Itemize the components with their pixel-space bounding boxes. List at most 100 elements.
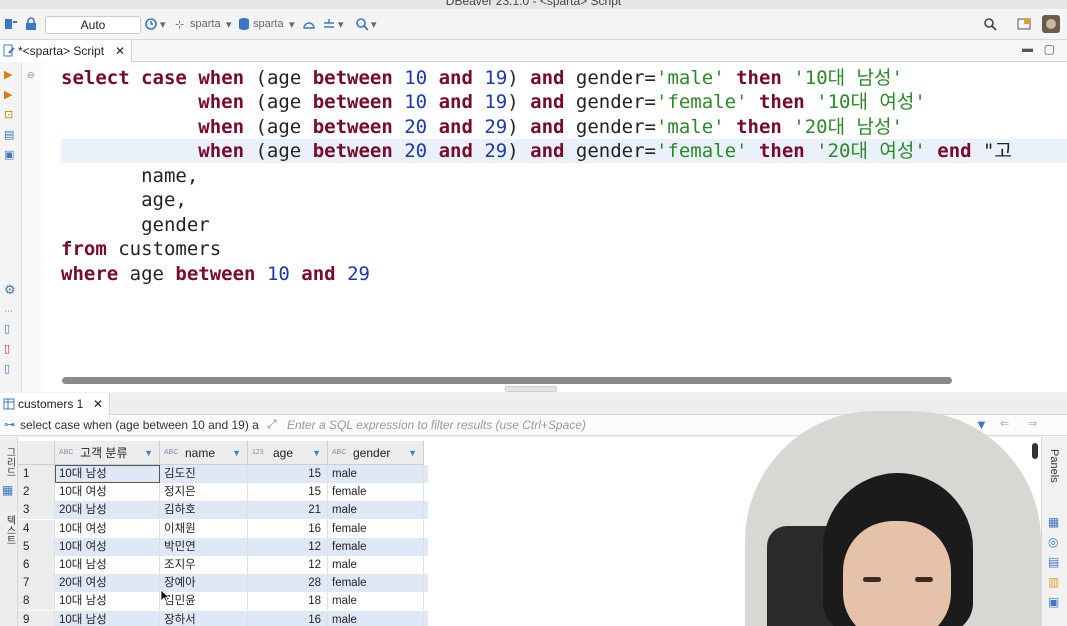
cell-gender[interactable]: male	[328, 556, 424, 574]
grid-icon[interactable]: ▦	[2, 483, 13, 497]
chevron-down-icon[interactable]: ▾	[371, 18, 377, 31]
cell-customer-category[interactable]: 10대 남성	[55, 556, 160, 574]
cell-age[interactable]: 16	[248, 610, 328, 626]
cell-gender[interactable]: female	[328, 574, 424, 593]
terminal-icon[interactable]: ▣	[4, 148, 17, 161]
cell-customer-category[interactable]: 10대 남성	[55, 610, 160, 626]
code-line[interactable]: gender	[61, 213, 210, 237]
sort-arrow-icon[interactable]: ▼	[144, 441, 153, 465]
column-header-age[interactable]: 123 age ▼	[248, 441, 328, 465]
code-line[interactable]: where age between 10 and 29	[61, 262, 370, 286]
fold-collapse-icon[interactable]: ⊖	[27, 70, 35, 81]
table-row[interactable]: 3 20대 남성 김하호 21 male	[18, 501, 428, 520]
column-header-gender[interactable]: ABC gender ▼	[328, 441, 424, 465]
table-row[interactable]: 7 20대 여성 장예아 28 female	[18, 574, 428, 593]
code-line[interactable]: age,	[61, 188, 187, 212]
cell-name[interactable]: 김민윤	[160, 592, 248, 611]
search-icon[interactable]	[355, 17, 369, 31]
cell-gender[interactable]: male	[328, 592, 424, 611]
cell-name[interactable]: 장하서	[160, 610, 248, 626]
cell-age[interactable]: 12	[248, 537, 328, 556]
cell-gender[interactable]: male	[328, 465, 424, 483]
editor-horizontal-scrollbar[interactable]	[62, 377, 952, 384]
load-script-icon[interactable]: ▯	[4, 322, 17, 335]
cell-gender[interactable]: male	[328, 501, 424, 520]
results-vertical-scrollbar[interactable]	[1032, 443, 1038, 459]
code-line[interactable]: when (age between 20 and 29) and gender=…	[61, 115, 903, 139]
perspective-icon[interactable]	[1017, 17, 1031, 31]
cell-name[interactable]: 조지우	[160, 556, 248, 574]
chart-icon[interactable]: ▥	[1048, 575, 1059, 589]
filter-input[interactable]: Enter a SQL expression to filter results…	[287, 418, 586, 432]
settings-gear-icon[interactable]: ⚙	[4, 282, 17, 297]
cell-customer-category[interactable]: 10대 남성	[55, 465, 160, 483]
tab-script[interactable]: *<sparta> Script ✕	[0, 40, 132, 62]
cell-age[interactable]: 12	[248, 556, 328, 574]
cell-customer-category[interactable]: 20대 여성	[55, 574, 160, 593]
code-line[interactable]: when (age between 10 and 19) and gender=…	[61, 90, 926, 114]
cell-gender[interactable]: female	[328, 519, 424, 538]
save-script-icon[interactable]: ▯	[4, 342, 17, 355]
table-row[interactable]: 2 10대 여성 정지은 15 female	[18, 483, 428, 502]
chevron-down-icon[interactable]: ▾	[338, 18, 344, 31]
editor-results-splitter[interactable]	[505, 386, 557, 392]
text-view-tab[interactable]: 텍스트	[2, 515, 17, 545]
chevron-down-icon[interactable]: ▾	[226, 18, 232, 31]
sql-editor-icon[interactable]	[4, 17, 18, 31]
query-preview[interactable]: select case when (age between 10 and 19)…	[20, 418, 259, 432]
cell-name[interactable]: 이채원	[160, 519, 248, 538]
sort-arrow-icon[interactable]: ▼	[408, 441, 417, 465]
cell-name[interactable]: 정지은	[160, 483, 248, 502]
cell-gender[interactable]: female	[328, 537, 424, 556]
column-header-customer-category[interactable]: ABC 고객 분류 ▼	[55, 441, 160, 465]
lock-icon[interactable]	[24, 17, 38, 31]
record-icon[interactable]: ◎	[1048, 535, 1058, 549]
table-row[interactable]: 8 10대 남성 김민윤 18 male	[18, 592, 428, 611]
cell-name[interactable]: 김하호	[160, 501, 248, 520]
cell-age[interactable]: 18	[248, 592, 328, 611]
table-row[interactable]: 4 10대 여성 이채원 16 female	[18, 519, 428, 538]
grid-layout-icon[interactable]: ▦	[1048, 515, 1059, 529]
cell-age[interactable]: 16	[248, 519, 328, 538]
close-icon[interactable]: ✕	[115, 40, 125, 62]
cell-name[interactable]: 장예아	[160, 574, 248, 593]
table-row[interactable]: 6 10대 남성 조지우 12 male	[18, 556, 428, 574]
execute-new-tab-icon[interactable]: ⊡	[4, 108, 17, 121]
cell-age[interactable]: 21	[248, 501, 328, 520]
export-icon[interactable]: ▣	[1048, 595, 1059, 609]
cell-age[interactable]: 15	[248, 483, 328, 502]
cell-age[interactable]: 28	[248, 574, 328, 593]
code-line[interactable]: from customers	[61, 237, 221, 261]
cell-customer-category[interactable]: 10대 남성	[55, 592, 160, 611]
column-header-name[interactable]: ABC name ▼	[160, 441, 248, 465]
network-icon[interactable]	[322, 17, 336, 31]
table-row[interactable]: 9 10대 남성 장하서 16 male	[18, 610, 428, 626]
maximize-icon[interactable]: ▢	[1044, 42, 1055, 56]
cell-name[interactable]: 박민연	[160, 537, 248, 556]
sort-arrow-icon[interactable]: ▼	[232, 441, 241, 465]
datasource-label[interactable]: sparta	[190, 18, 221, 30]
filter-history-forward-icon[interactable]: ⇒	[1028, 417, 1037, 430]
schema-label[interactable]: sparta	[253, 18, 284, 30]
cell-customer-category[interactable]: 10대 여성	[55, 519, 160, 538]
tab-results-customers[interactable]: customers 1 ✕	[0, 393, 110, 415]
chevron-down-icon[interactable]: ▾	[160, 18, 166, 31]
transaction-mode-select[interactable]: Auto	[45, 16, 141, 34]
cell-customer-category[interactable]: 20대 남성	[55, 501, 160, 520]
sql-editor[interactable]: select case when (age between 10 and 19)…	[44, 62, 1067, 392]
dashboard-icon[interactable]	[302, 17, 316, 31]
cell-gender[interactable]: female	[328, 483, 424, 502]
filter-history-back-icon[interactable]: ⇐	[1000, 417, 1009, 430]
calculator-icon[interactable]: ▤	[1048, 555, 1059, 569]
cell-age[interactable]: 15	[248, 465, 328, 483]
results-grid[interactable]: ABC 고객 분류 ▼ ABC name ▼ 123 age ▼ ABC gen…	[18, 437, 428, 626]
grid-view-tab[interactable]: 그리드	[2, 447, 17, 477]
export-script-icon[interactable]: ▯	[4, 362, 17, 375]
execute-statement-icon[interactable]: ▶	[4, 68, 17, 81]
explain-plan-icon[interactable]: ▤	[4, 128, 17, 141]
code-line[interactable]: select case when (age between 10 and 19)…	[61, 66, 903, 90]
chevron-down-icon[interactable]: ▾	[289, 18, 295, 31]
panels-toggle[interactable]: Panels	[1048, 449, 1060, 483]
table-row[interactable]: 5 10대 여성 박민연 12 female	[18, 537, 428, 556]
code-line[interactable]: name,	[61, 164, 198, 188]
